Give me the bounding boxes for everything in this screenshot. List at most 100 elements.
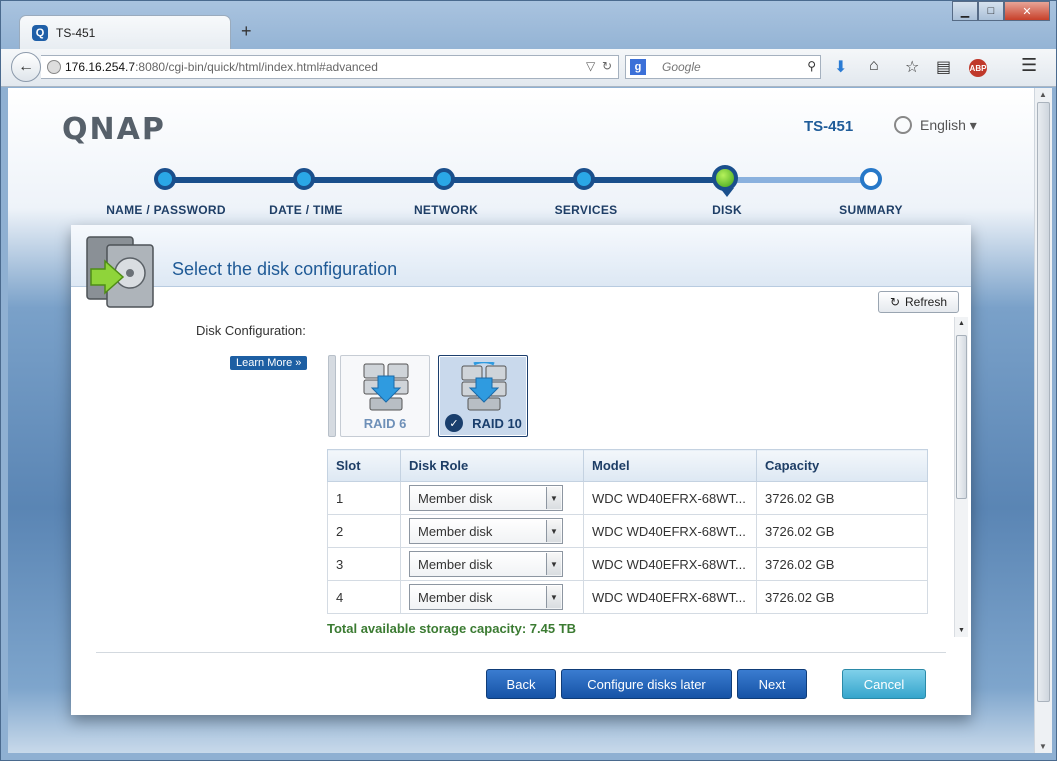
role-cell: Member disk ▼: [400, 547, 584, 581]
total-capacity-text: Total available storage capacity: 7.45 T…: [327, 621, 577, 636]
browser-tab[interactable]: Q TS-451: [19, 15, 231, 49]
step-label-date-time: DATE / TIME: [269, 203, 343, 217]
close-icon: ✕: [1022, 5, 1032, 18]
col-model: Model: [583, 449, 757, 482]
step-label-network: NETWORK: [413, 203, 479, 217]
download-icon[interactable]: ⬇: [834, 57, 847, 77]
site-identity-icon[interactable]: [47, 60, 61, 74]
scroll-down-icon[interactable]: ▼: [1039, 742, 1047, 751]
slot-cell: 1: [327, 481, 401, 515]
browser-back-button[interactable]: ←: [11, 52, 41, 82]
adblock-icon[interactable]: ABP: [969, 59, 987, 77]
table-row: 1 Member disk ▼ WDC WD40EFRX-68WT... 3726…: [327, 481, 928, 515]
raid10-label: RAID 10: [472, 416, 522, 431]
panel-header: Select the disk configuration: [71, 225, 971, 308]
disk-role-select[interactable]: Member disk ▼: [409, 485, 563, 511]
slot-cell: 3: [327, 547, 401, 581]
disk-role-select[interactable]: Member disk ▼: [409, 551, 563, 577]
menu-icon[interactable]: ☰: [1021, 55, 1037, 76]
maximize-button[interactable]: □: [978, 1, 1004, 21]
raid-carousel-left-handle[interactable]: [328, 355, 336, 437]
capacity-cell: 3726.02 GB: [756, 580, 928, 614]
configure-disks-later-button[interactable]: Configure disks later: [561, 669, 732, 699]
search-bar[interactable]: g Google ⚲: [625, 55, 821, 79]
role-cell: Member disk ▼: [400, 580, 584, 614]
capacity-cell: 3726.02 GB: [756, 481, 928, 515]
scroll-up-icon[interactable]: ▲: [1039, 90, 1047, 99]
col-capacity: Capacity: [756, 449, 928, 482]
disk-config-label: Disk Configuration:: [196, 323, 306, 338]
raid-option-raid6[interactable]: RAID 6: [340, 355, 430, 437]
model-cell: WDC WD40EFRX-68WT...: [583, 481, 757, 515]
scrollbar-thumb[interactable]: [956, 335, 967, 499]
address-bar[interactable]: 176.16.254.7 :8080/cgi-bin/quick/html/in…: [41, 55, 619, 79]
disk-role-value: Member disk: [418, 589, 493, 605]
table-row: 4 Member disk ▼ WDC WD40EFRX-68WT... 3726…: [327, 580, 928, 614]
next-button[interactable]: Next: [737, 669, 807, 699]
disk-role-value: Member disk: [418, 556, 493, 572]
url-host: 176.16.254.7: [65, 60, 136, 74]
browser-window: Q TS-451 + ▁ □ ✕ ← 176.16.254.7 :8080/cg…: [0, 0, 1057, 761]
qnap-favicon-icon: Q: [32, 24, 48, 41]
chevron-down-icon[interactable]: ▼: [546, 586, 561, 608]
refresh-icon: ↻: [889, 295, 901, 309]
chevron-down-icon[interactable]: ▼: [546, 487, 561, 509]
raid6-disks-icon: [363, 363, 409, 411]
minimize-icon: ▁: [960, 5, 970, 18]
col-disk-role: Disk Role: [400, 449, 584, 482]
table-header-row: Slot Disk Role Model Capacity: [327, 449, 928, 482]
disk-table: Slot Disk Role Model Capacity 1 Member d…: [327, 449, 928, 614]
title-bar: Q TS-451 + ▁ □ ✕: [1, 1, 1056, 49]
new-tab-button[interactable]: +: [241, 21, 252, 42]
panel-scrollbar[interactable]: ▲ ▼: [954, 317, 968, 637]
refresh-button[interactable]: ↻ Refresh: [878, 291, 959, 313]
minimize-button[interactable]: ▁: [952, 1, 978, 21]
role-cell: Member disk ▼: [400, 481, 584, 515]
google-icon[interactable]: g: [630, 59, 646, 75]
search-icon[interactable]: ⚲: [807, 59, 816, 73]
back-button[interactable]: Back: [486, 669, 556, 699]
arrow-left-icon: ←: [18, 58, 34, 75]
page-scrollbar[interactable]: ▲ ▼: [1034, 88, 1052, 753]
step-dot-services: [573, 168, 595, 190]
bookmark-star-icon[interactable]: ☆: [905, 57, 919, 77]
wizard-steps: NAME / PASSWORD DATE / TIME NETWORK SERV…: [8, 88, 1034, 228]
dropdown-reload-icon[interactable]: ▽ ↻: [586, 59, 612, 73]
chevron-down-icon[interactable]: ▼: [546, 553, 561, 575]
capacity-cell: 3726.02 GB: [756, 547, 928, 581]
raid10-disks-icon: [461, 362, 507, 411]
disk-role-value: Member disk: [418, 523, 493, 539]
scroll-up-icon[interactable]: ▲: [958, 320, 965, 327]
table-row: 2 Member disk ▼ WDC WD40EFRX-68WT... 3726…: [327, 514, 928, 548]
slot-cell: 2: [327, 514, 401, 548]
model-cell: WDC WD40EFRX-68WT...: [583, 514, 757, 548]
maximize-icon: □: [987, 5, 995, 17]
learn-more-link[interactable]: Learn More »: [230, 356, 308, 370]
step-dot-summary: [860, 168, 882, 190]
slot-cell: 4: [327, 580, 401, 614]
page-scrollbar-thumb[interactable]: [1037, 102, 1050, 702]
panel-title: Select the disk configuration: [172, 259, 398, 279]
step-dot-network: [433, 168, 455, 190]
current-step-pointer: [720, 188, 734, 197]
page-content: QNAP TS-451 English ▾ NAME / PASSWORD DA…: [8, 88, 1034, 753]
close-window-button[interactable]: ✕: [1004, 1, 1050, 21]
disk-migration-icon: [86, 236, 154, 308]
cancel-button[interactable]: Cancel: [842, 669, 926, 699]
step-label-summary: SUMMARY: [839, 203, 903, 217]
url-path: :8080/cgi-bin/quick/html/index.html#adva…: [135, 60, 378, 74]
disk-role-value: Member disk: [418, 490, 493, 506]
model-cell: WDC WD40EFRX-68WT...: [583, 580, 757, 614]
capacity-cell: 3726.02 GB: [756, 514, 928, 548]
step-label-services: SERVICES: [554, 203, 618, 217]
footer-divider: [96, 652, 946, 653]
home-icon[interactable]: ⌂: [869, 57, 879, 75]
chevron-down-icon[interactable]: ▼: [546, 520, 561, 542]
disk-role-select[interactable]: Member disk ▼: [409, 584, 563, 610]
raid-option-raid10[interactable]: ✓ RAID 10: [438, 355, 528, 437]
scroll-down-icon[interactable]: ▼: [958, 627, 965, 634]
col-slot: Slot: [327, 449, 401, 482]
bookmarks-list-icon[interactable]: ▤: [936, 57, 951, 77]
disk-role-select[interactable]: Member disk ▼: [409, 518, 563, 544]
step-label-disk: DISK: [712, 203, 742, 217]
